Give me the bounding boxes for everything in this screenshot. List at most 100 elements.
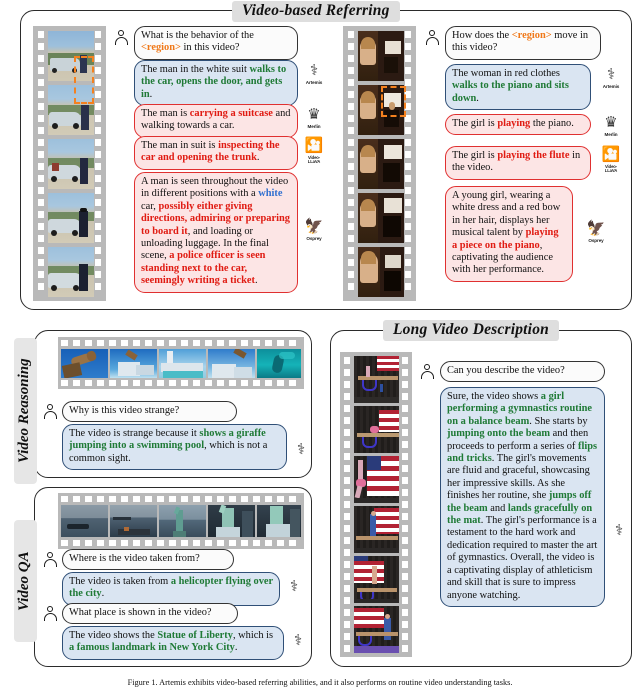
side-label-video-reasoning: Video Reasoning xyxy=(14,338,37,484)
filmstrip-frame xyxy=(159,505,206,537)
region-highlight-box xyxy=(381,86,406,117)
person-icon xyxy=(426,30,439,45)
question-text-pre: How does the xyxy=(452,30,512,41)
answer-text-segment: The woman in red clothes xyxy=(452,68,560,79)
filmstrip-frame xyxy=(354,406,399,453)
video-llava-avatar-icon: 🎦 xyxy=(304,138,324,154)
answer-text-segment: The video is strange because it xyxy=(69,428,200,439)
question-text-post: in this video? xyxy=(180,42,240,54)
filmstrip-frame xyxy=(48,193,94,243)
merlin-avatar: ♛ Merlin xyxy=(600,114,622,138)
filmstrip-frame xyxy=(358,247,404,297)
question-text: Where is the video taken from? xyxy=(69,553,200,564)
region-highlight-box xyxy=(74,56,94,104)
artemis-avatar-icon: ⚕ xyxy=(614,523,624,539)
artemis-avatar-icon: ⚕ xyxy=(606,67,616,83)
filmstrip-frame xyxy=(257,505,301,537)
question-bubble: Why is this video strange? xyxy=(62,401,237,423)
person-icon xyxy=(115,30,128,45)
answer-text-segment: The man in suit is xyxy=(141,140,219,151)
filmstrip-frame xyxy=(48,247,94,297)
answer-text-segment: The video is taken from xyxy=(69,576,171,587)
car-scene-filmstrip xyxy=(33,26,106,301)
figure-root: Video-based Referring What is the behavi… xyxy=(0,0,640,690)
answer-bubble-artemis: The man in the white suit walks to the c… xyxy=(134,60,298,107)
artemis-avatar: ⚕ Artemis xyxy=(305,63,323,85)
answer-bubble-artemis: The video shows the Statue of Liberty, w… xyxy=(62,626,284,660)
answer-text-segment: the piano. xyxy=(530,118,574,129)
answer-text-segment: . The girl's performance is a testament … xyxy=(447,515,598,601)
osprey-avatar-icon: 🦅 xyxy=(304,219,324,235)
person-icon xyxy=(421,364,434,379)
side-label-video-qa: Video QA xyxy=(14,520,37,642)
answer-text-segment: The man in the white suit xyxy=(141,64,250,75)
panel-title-long-video-description: Long Video Description xyxy=(383,320,559,341)
panel-title-video-based-referring: Video-based Referring xyxy=(232,1,400,22)
answer-bubble-video-llava: The man in suit is inspecting the car an… xyxy=(134,136,298,170)
answer-bubble-osprey: A young girl, wearing a white dress and … xyxy=(445,186,573,282)
filmstrip-frame xyxy=(208,505,255,537)
answer-bubble-osprey: A man is seen throughout the video in di… xyxy=(134,172,298,293)
merlin-avatar-icon: ♛ xyxy=(604,115,618,131)
artemis-avatar-icon: ⚕ xyxy=(309,63,319,79)
answer-text-segment: . xyxy=(476,92,479,104)
osprey-avatar: 🦅 Osprey xyxy=(586,221,606,243)
merlin-avatar: ♛ Merlin xyxy=(303,106,325,130)
question-bubble: Where is the video taken from? xyxy=(62,549,234,571)
filmstrip-frame xyxy=(354,606,399,653)
answer-text-segment: The girl is xyxy=(452,118,498,129)
answer-bubble-merlin: The man is carrying a suitcase and walki… xyxy=(134,104,298,138)
osprey-avatar: 🦅 Osprey xyxy=(304,219,324,241)
osprey-avatar-icon: 🦅 xyxy=(586,221,606,237)
question-bubble: What place is shown in the video? xyxy=(62,603,238,625)
filmstrip-frame xyxy=(110,505,157,537)
answer-bubble-merlin: The girl is playing the piano. xyxy=(445,114,591,136)
answer-text-segment: The girl is xyxy=(452,150,498,161)
answer-bubble-artemis: The woman in red clothes walks to the pi… xyxy=(445,64,591,111)
answer-text-segment: , which is xyxy=(232,630,274,641)
question-bubble: Can you describe the video? xyxy=(440,361,605,383)
filmstrip-frame xyxy=(159,349,206,378)
artemis-avatar-icon: ⚕ xyxy=(293,633,303,649)
answer-text-segment: Statue of Liberty xyxy=(157,630,233,641)
region-tag: <region> xyxy=(511,30,552,41)
region-tag: <region> xyxy=(141,42,181,54)
artemis-avatar: ⚕ xyxy=(608,522,630,541)
person-icon xyxy=(44,606,57,621)
answer-text-segment: The man is xyxy=(141,108,190,119)
question-text: Why is this video strange? xyxy=(69,405,180,416)
answer-bubble-video-llava: The girl is playing the flute in the vid… xyxy=(445,146,591,180)
answer-text-segment: and xyxy=(487,502,508,514)
answer-bubble-artemis: The video is taken from a helicopter fly… xyxy=(62,572,280,606)
answer-text-segment: playing xyxy=(497,118,531,129)
answer-bubble-artemis: Sure, the video shows a girl performing … xyxy=(440,387,605,607)
answer-text-segment: . xyxy=(101,588,105,600)
filmstrip-frame xyxy=(48,139,94,189)
filmstrip-frame xyxy=(61,505,108,537)
person-icon xyxy=(44,552,57,567)
answer-text-segment: . xyxy=(256,152,260,164)
artemis-avatar-icon: ⚕ xyxy=(289,579,299,595)
artemis-avatar: ⚕ xyxy=(290,441,312,460)
answer-text-segment: playing the flute xyxy=(497,150,570,161)
answer-text-segment: . She starts by xyxy=(529,415,588,427)
person-icon xyxy=(44,404,57,419)
giraffe-pool-filmstrip xyxy=(58,337,304,389)
answer-text-segment: walks to the piano and sits down xyxy=(452,80,569,104)
filmstrip-frame xyxy=(354,456,399,503)
merlin-avatar-icon: ♛ xyxy=(307,107,321,123)
question-text: Can you describe the video? xyxy=(447,365,565,376)
filmstrip-frame xyxy=(208,349,255,378)
figure-caption: Figure 1. Artemis exhibits video-based r… xyxy=(127,678,513,687)
artemis-avatar: ⚕ xyxy=(283,578,305,597)
filmstrip-frame xyxy=(354,556,399,603)
question-bubble: How does the <region> move in this video… xyxy=(445,26,601,60)
answer-text-segment: . xyxy=(255,275,258,287)
question-text: What place is shown in the video? xyxy=(69,607,212,618)
filmstrip-frame xyxy=(110,349,157,378)
filmstrip-frame xyxy=(358,193,404,243)
artemis-avatar-icon: ⚕ xyxy=(296,442,306,458)
artemis-avatar: ⚕ Artemis xyxy=(602,67,620,89)
answer-text-segment: car, xyxy=(141,200,159,212)
answer-text-segment: The video shows the xyxy=(69,630,158,641)
